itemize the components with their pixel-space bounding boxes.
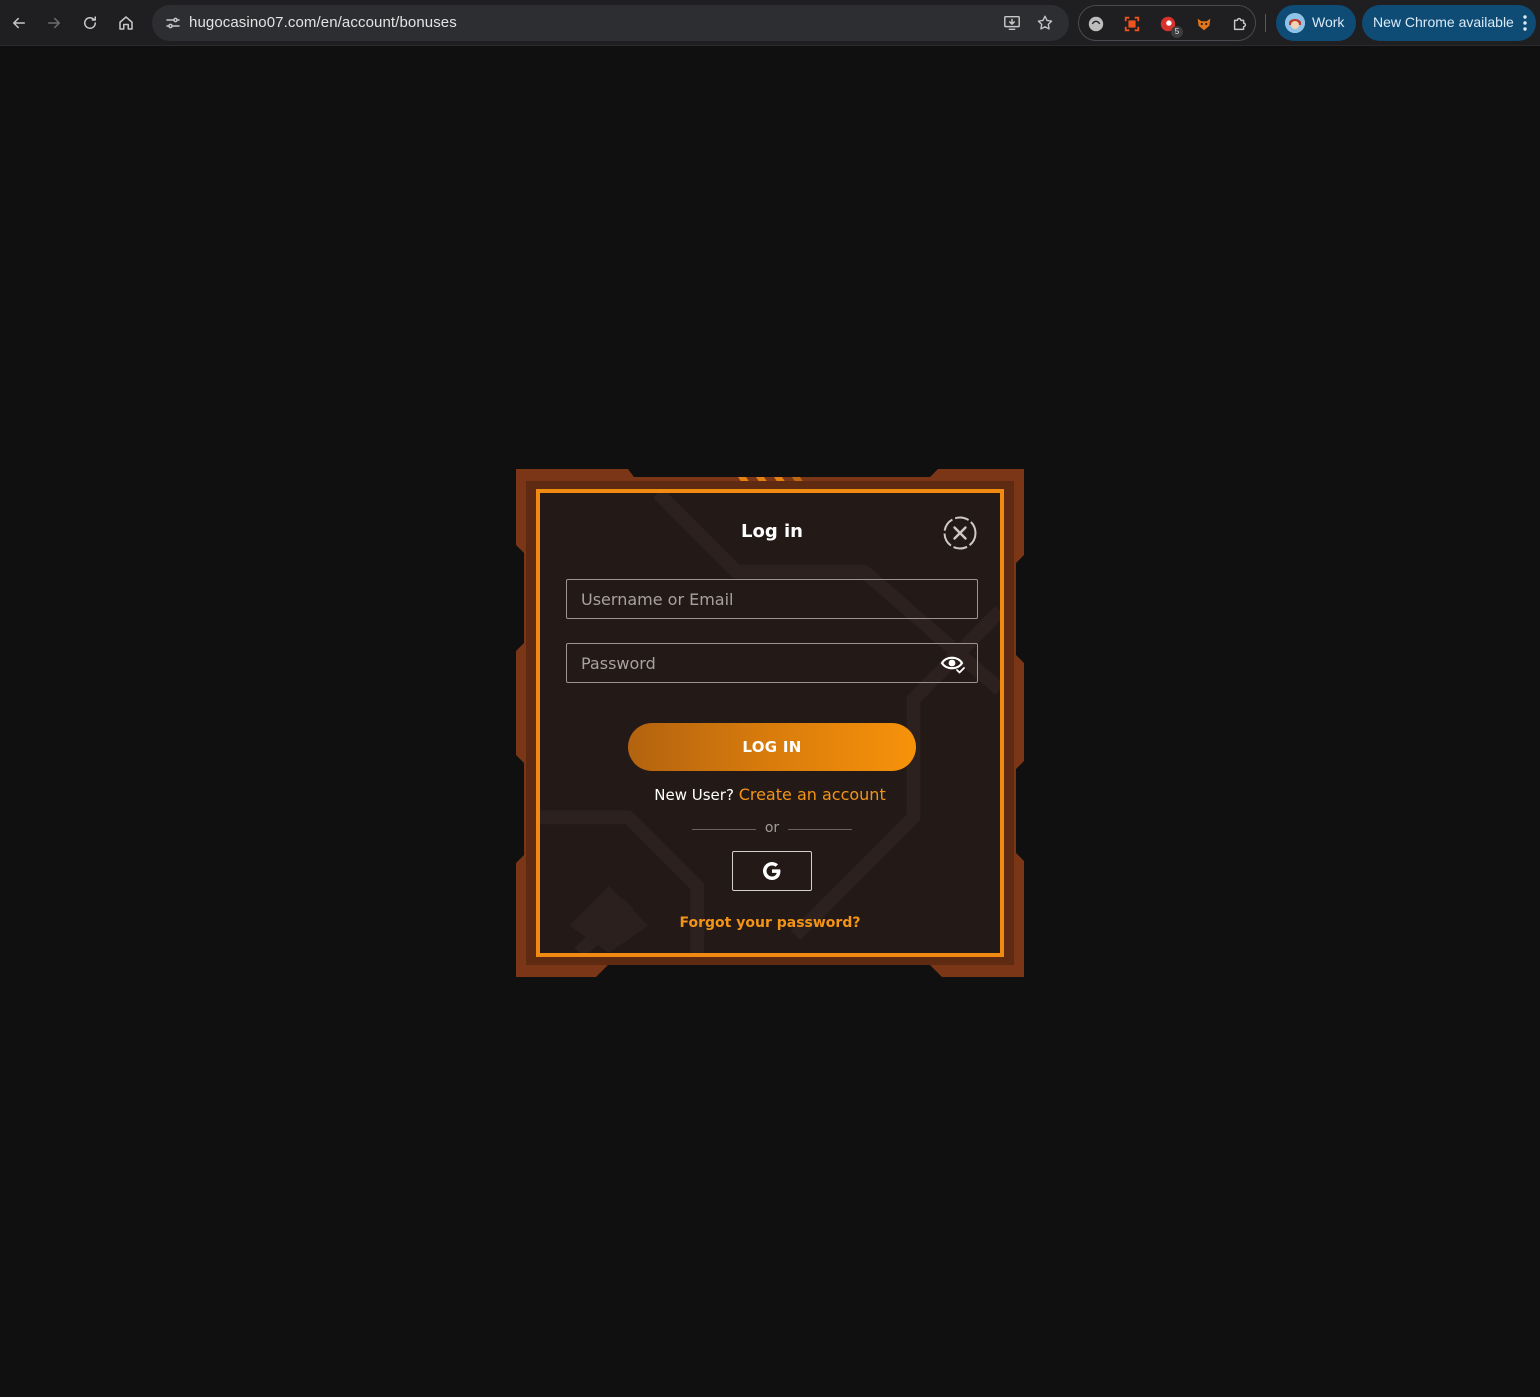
chrome-update-button[interactable]: New Chrome available xyxy=(1362,5,1536,41)
extension-globe-icon[interactable] xyxy=(1085,13,1107,35)
modal-title: Log in xyxy=(741,521,803,542)
login-modal: Log in LOG IN New User? Create an accoun… xyxy=(516,469,1024,977)
show-password-button[interactable] xyxy=(940,653,966,675)
site-info-icon[interactable] xyxy=(160,10,186,36)
extension-badge: 5 xyxy=(1171,26,1183,38)
install-app-icon[interactable] xyxy=(1001,12,1023,34)
or-text: or xyxy=(764,820,780,836)
avatar xyxy=(1285,13,1305,33)
extension-fox-icon[interactable] xyxy=(1193,13,1215,35)
forward-button[interactable] xyxy=(39,8,69,38)
reload-button[interactable] xyxy=(75,8,105,38)
login-panel: Log in LOG IN New User? Create an accoun… xyxy=(536,489,1004,957)
eye-icon xyxy=(940,656,965,674)
browser-toolbar: hugocasino07.com/en/account/bonuses 5 Wo… xyxy=(0,0,1540,46)
reload-icon xyxy=(84,16,96,29)
close-button[interactable] xyxy=(942,515,978,551)
google-login-button[interactable] xyxy=(732,851,812,891)
divider-line-right xyxy=(788,829,852,830)
or-divider: or xyxy=(692,819,852,839)
password-input[interactable] xyxy=(566,643,978,683)
forward-arrow-icon xyxy=(48,17,60,29)
extensions-group: 5 xyxy=(1078,5,1256,41)
address-bar[interactable]: hugocasino07.com/en/account/bonuses xyxy=(152,5,1069,41)
username-input[interactable] xyxy=(566,579,978,619)
login-button[interactable]: LOG IN xyxy=(628,723,916,771)
home-icon xyxy=(119,16,133,30)
profile-label: Work xyxy=(1312,14,1345,30)
extension-red-icon[interactable]: 5 xyxy=(1157,13,1183,38)
new-user-text: New User? xyxy=(654,786,734,804)
url-text[interactable]: hugocasino07.com/en/account/bonuses xyxy=(189,14,457,31)
close-circle-icon xyxy=(943,516,977,550)
update-label: New Chrome available xyxy=(1373,14,1514,30)
bookmark-star-icon[interactable] xyxy=(1034,12,1056,34)
back-arrow-icon xyxy=(13,17,25,29)
forgot-password-link[interactable]: Forgot your password? xyxy=(540,915,1000,931)
google-icon xyxy=(762,862,781,880)
home-button[interactable] xyxy=(111,8,141,38)
profile-button[interactable]: Work xyxy=(1276,5,1356,41)
back-button[interactable] xyxy=(4,8,34,38)
new-user-row: New User? Create an account xyxy=(540,785,1000,804)
more-menu-icon[interactable] xyxy=(1520,14,1530,32)
create-account-link[interactable]: Create an account xyxy=(739,785,886,804)
extension-capture-icon[interactable] xyxy=(1121,13,1143,35)
toolbar-divider xyxy=(1265,14,1266,32)
extensions-puzzle-icon[interactable] xyxy=(1229,13,1251,35)
